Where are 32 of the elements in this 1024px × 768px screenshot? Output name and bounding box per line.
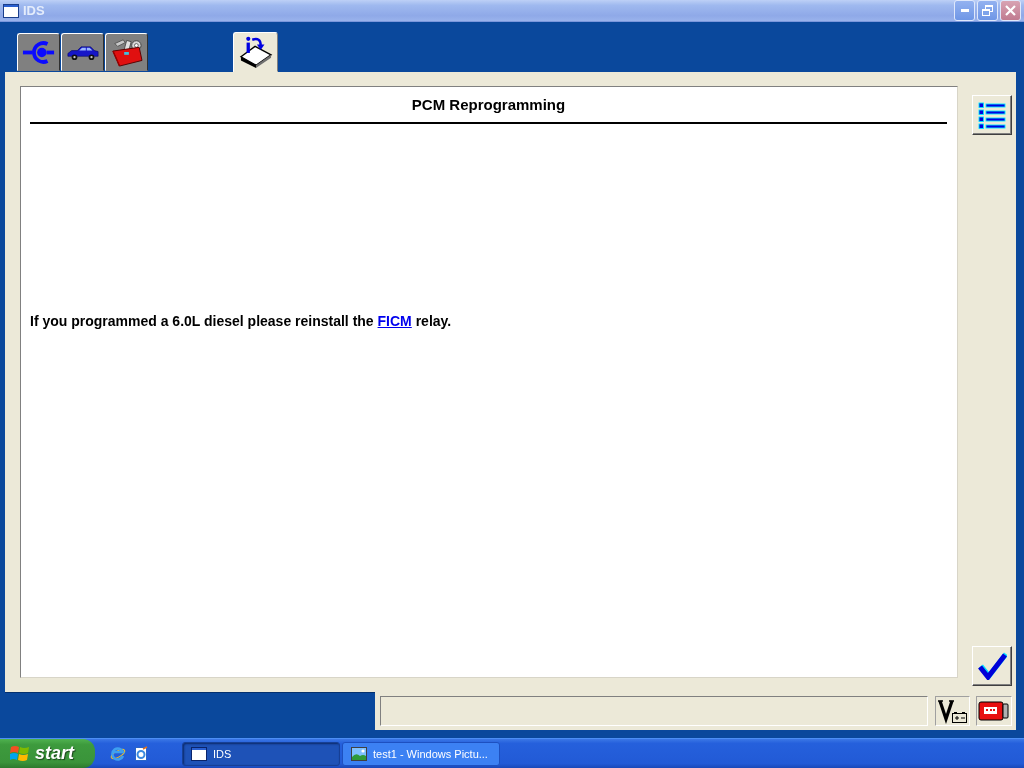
taskbar-button[interactable]: test1 - Windows Pictu... xyxy=(342,741,500,766)
toolbox-icon xyxy=(109,37,144,67)
term-link[interactable]: FICM xyxy=(377,313,412,329)
flag-icon xyxy=(10,744,30,763)
start-button[interactable]: start xyxy=(0,739,95,768)
battery-icon xyxy=(976,696,1012,726)
minimize-icon xyxy=(960,9,969,12)
tab[interactable] xyxy=(61,33,104,71)
window-title: IDS xyxy=(23,3,45,18)
window-icon xyxy=(3,3,19,18)
close-button[interactable] xyxy=(1000,0,1021,21)
page-title: PCM Reprogramming xyxy=(410,96,567,114)
taskbar-button[interactable]: IDS xyxy=(182,741,340,766)
window-icon xyxy=(191,746,207,761)
check-button[interactable] xyxy=(972,646,1012,686)
connector-icon xyxy=(21,38,56,66)
tab[interactable] xyxy=(17,33,60,71)
restore-button[interactable] xyxy=(977,0,998,21)
voltage-battery-icon xyxy=(935,696,970,726)
list-button[interactable] xyxy=(972,95,1012,135)
book-icon xyxy=(238,36,273,68)
picture-icon xyxy=(351,746,367,761)
list-icon xyxy=(977,101,1007,129)
letter-e-icon[interactable] xyxy=(110,745,126,762)
page-icon[interactable] xyxy=(133,745,149,762)
tab[interactable] xyxy=(105,33,148,71)
close-icon xyxy=(1005,5,1016,16)
tab[interactable] xyxy=(233,32,278,72)
message-text: If you programmed a 6.0L diesel please reinstall the FICM relay. xyxy=(30,313,453,330)
minimize-button[interactable] xyxy=(954,0,975,21)
check-icon xyxy=(977,652,1007,680)
restore-icon xyxy=(982,5,993,16)
